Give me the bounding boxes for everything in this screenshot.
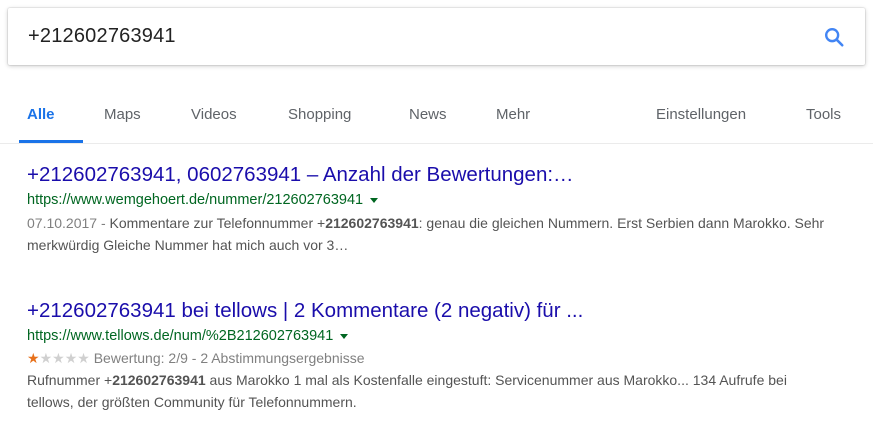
star-filled-icon: ★ xyxy=(27,350,40,366)
tab-settings[interactable]: Einstellungen xyxy=(656,106,746,123)
result-rating: ★★★★★ Bewertung: 2/9 - 2 Abstimmungserge… xyxy=(27,347,857,369)
search-button[interactable] xyxy=(819,22,849,52)
tab-news[interactable]: News xyxy=(409,106,447,123)
search-box xyxy=(8,8,865,65)
tab-more[interactable]: Mehr xyxy=(496,106,530,123)
tab-videos[interactable]: Videos xyxy=(191,106,237,123)
tab-maps[interactable]: Maps xyxy=(104,106,141,123)
snippet-text: Kommentare zur Telefonnummer + xyxy=(109,215,326,231)
search-tabs: Alle Maps Videos Shopping News Mehr Eins… xyxy=(0,92,873,144)
rating-text: Bewertung: 2/9 - 2 Abstimmungsergebnisse xyxy=(93,350,365,366)
star-empty-icon: ★ xyxy=(77,350,90,366)
tab-all[interactable]: Alle xyxy=(27,106,55,123)
rating-stars: ★★★★★ xyxy=(27,350,90,366)
result-date: 07.10.2017 - xyxy=(27,215,110,231)
result-url-row: https://www.wemgehoert.de/nummer/2126027… xyxy=(27,190,857,210)
star-empty-icon: ★ xyxy=(52,350,65,366)
star-empty-icon: ★ xyxy=(64,350,78,366)
search-result: +212602763941 bei tellows | 2 Kommentare… xyxy=(27,298,857,413)
dropdown-arrow-icon[interactable] xyxy=(370,198,379,203)
result-url[interactable]: https://www.tellows.de/num/%2B2126027639… xyxy=(27,328,333,344)
snippet-highlight: 212602763941 xyxy=(112,372,206,388)
snippet-highlight: 212602763941 xyxy=(325,215,419,231)
result-url[interactable]: https://www.wemgehoert.de/nummer/2126027… xyxy=(27,192,363,208)
tab-tools[interactable]: Tools xyxy=(806,106,841,123)
result-snippet: Rufnummer +212602763941 aus Marokko 1 ma… xyxy=(27,369,827,413)
result-title-link[interactable]: +212602763941, 0602763941 – Anzahl der B… xyxy=(27,162,857,188)
star-empty-icon: ★ xyxy=(39,350,53,366)
search-input[interactable] xyxy=(28,8,788,65)
snippet-text: Rufnummer + xyxy=(27,372,113,388)
search-icon xyxy=(825,28,844,47)
search-result: +212602763941, 0602763941 – Anzahl der B… xyxy=(27,162,857,256)
result-title-link[interactable]: +212602763941 bei tellows | 2 Kommentare… xyxy=(27,298,857,324)
tab-shopping[interactable]: Shopping xyxy=(288,106,351,123)
result-url-row: https://www.tellows.de/num/%2B2126027639… xyxy=(27,326,857,346)
result-snippet: 07.10.2017 - Kommentare zur Telefonnumme… xyxy=(27,212,827,256)
active-tab-indicator xyxy=(19,140,83,143)
dropdown-arrow-icon[interactable] xyxy=(340,334,349,339)
